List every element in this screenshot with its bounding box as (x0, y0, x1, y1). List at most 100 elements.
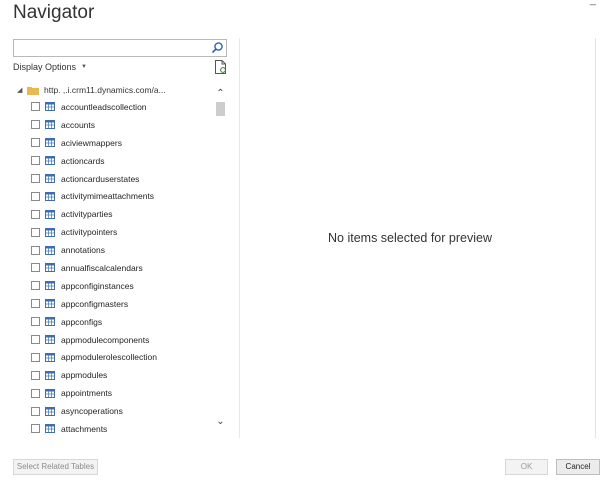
table-name: annualfiscalcalendars (61, 262, 143, 273)
table-icon (45, 120, 55, 130)
table-name: appconfigmasters (61, 298, 129, 309)
table-list-item[interactable]: appconfigs (31, 313, 215, 331)
checkbox[interactable] (31, 317, 40, 327)
table-name: activitypointers (61, 227, 118, 238)
table-name: actioncarduserstates (61, 173, 140, 184)
table-list-item[interactable]: attachments (31, 420, 215, 437)
table-icon (45, 424, 55, 434)
table-icon (45, 281, 55, 291)
tree-root[interactable]: ◢ http. ,.i.crm11.dynamics.com/a... (17, 84, 166, 96)
table-list-item[interactable]: activityparties (31, 205, 215, 223)
table-list-item[interactable]: appointments (31, 384, 215, 402)
tree-root-label: http. ,.i.crm11.dynamics.com/a... (44, 85, 166, 95)
refresh-preview-icon[interactable] (214, 60, 227, 74)
table-icon (45, 370, 55, 380)
checkbox[interactable] (31, 370, 40, 380)
table-name: actioncards (61, 155, 105, 166)
checkbox[interactable] (31, 156, 40, 166)
table-name: activityparties (61, 209, 113, 220)
table-icon (45, 209, 55, 219)
checkbox[interactable] (31, 406, 40, 416)
scroll-down-icon[interactable]: ⌄ (214, 416, 227, 428)
tree-scrollbar[interactable]: ⌃ ⌄ (214, 88, 227, 430)
table-name: aciviewmappers (61, 137, 122, 148)
chevron-down-icon: ▼ (81, 64, 87, 70)
table-icon (45, 174, 55, 183)
table-name: appmodules (61, 370, 108, 381)
table-icon (45, 191, 55, 201)
table-list-item[interactable]: actioncards (31, 152, 215, 170)
checkbox[interactable] (31, 281, 40, 291)
checkbox[interactable] (31, 335, 40, 345)
table-name: appointments (61, 388, 113, 399)
scroll-up-icon[interactable]: ⌃ (214, 88, 227, 100)
table-icon (45, 335, 55, 345)
table-list-item[interactable]: accounts (31, 116, 215, 134)
cancel-button[interactable]: Cancel (556, 459, 600, 475)
checkbox[interactable] (31, 263, 40, 273)
checkbox[interactable] (31, 120, 40, 130)
table-icon (45, 388, 55, 398)
checkbox[interactable] (31, 102, 40, 112)
checkbox[interactable] (31, 209, 40, 219)
close-icon[interactable]: _ (590, 0, 596, 6)
table-icon (45, 299, 55, 309)
table-name: activitymimeattachments (61, 191, 155, 202)
table-list-item[interactable]: appconfiginstances (31, 277, 215, 295)
table-list-item[interactable]: annotations (31, 241, 215, 259)
table-name: appmodulecomponents (61, 334, 150, 345)
dialog-title: Navigator (13, 2, 95, 23)
checkbox[interactable] (31, 245, 40, 255)
display-options-dropdown[interactable]: Display Options ▼ (13, 62, 87, 72)
checkbox[interactable] (31, 138, 40, 148)
checkbox[interactable] (31, 388, 40, 398)
search-icon[interactable] (210, 41, 224, 55)
table-list-item[interactable]: asyncoperations (31, 402, 215, 420)
table-icon (45, 102, 55, 112)
search-input[interactable] (14, 40, 210, 56)
display-options-label: Display Options (13, 62, 77, 72)
checkbox[interactable] (31, 299, 40, 309)
table-name: asyncoperations (61, 406, 123, 417)
navigator-tree: ◢ http. ,.i.crm11.dynamics.com/a... acco… (13, 80, 229, 437)
checkbox[interactable] (31, 424, 40, 434)
preview-empty-message: No items selected for preview (328, 231, 492, 245)
table-icon (45, 138, 55, 148)
table-list-item[interactable]: aciviewmappers (31, 134, 215, 152)
select-related-tables-button[interactable]: Select Related Tables (13, 459, 98, 475)
table-list-item[interactable]: appconfigmasters (31, 295, 215, 313)
checkbox[interactable] (31, 352, 40, 362)
table-list-item[interactable]: appmodulecomponents (31, 331, 215, 349)
table-name: accountleadscollection (61, 101, 147, 112)
table-name: appconfiginstances (61, 280, 134, 291)
table-icon (45, 263, 55, 273)
folder-icon (27, 86, 39, 95)
table-icon (45, 317, 55, 327)
table-name: appmodulerolescollection (61, 352, 157, 363)
table-icon (45, 406, 55, 416)
table-list: accountleadscollection accounts aciviewmap… (31, 98, 215, 437)
table-list-item[interactable]: activitymimeattachments (31, 187, 215, 205)
table-list-item[interactable]: activitypointers (31, 223, 215, 241)
table-name: annotations (61, 245, 105, 256)
table-name: appconfigs (61, 316, 103, 327)
search-box[interactable] (13, 39, 227, 57)
table-list-item[interactable]: actioncarduserstates (31, 170, 215, 188)
checkbox[interactable] (31, 174, 40, 183)
table-list-item[interactable]: appmodules (31, 366, 215, 384)
checkbox[interactable] (31, 227, 40, 237)
preview-edge (595, 38, 596, 438)
table-icon (45, 352, 55, 362)
table-list-item[interactable]: appmodulerolescollection (31, 348, 215, 366)
ok-button[interactable]: OK (505, 459, 548, 475)
table-list-item[interactable]: accountleadscollection (31, 98, 215, 116)
checkbox[interactable] (31, 191, 40, 201)
table-icon (45, 245, 55, 255)
table-icon (45, 156, 55, 166)
table-name: accounts (61, 119, 96, 130)
table-list-item[interactable]: annualfiscalcalendars (31, 259, 215, 277)
table-icon (45, 227, 55, 237)
scroll-thumb[interactable] (216, 102, 225, 116)
collapse-icon[interactable]: ◢ (17, 86, 25, 94)
table-name: attachments (61, 423, 108, 434)
